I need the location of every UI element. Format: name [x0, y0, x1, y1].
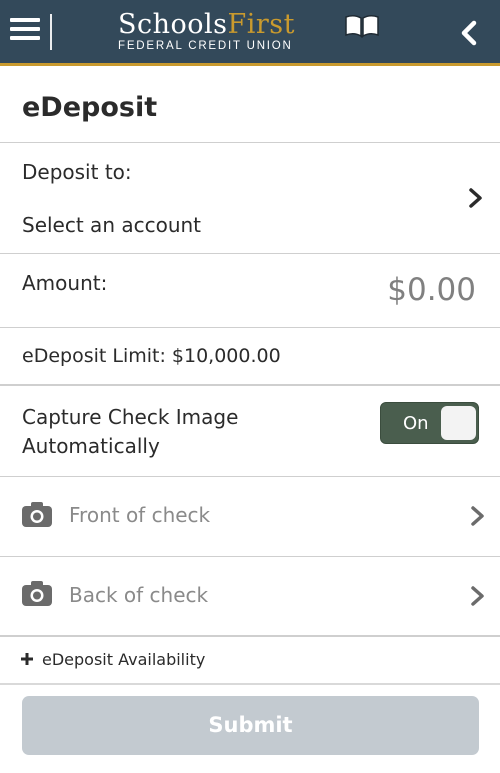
availability-label: eDeposit Availability	[42, 650, 206, 669]
chevron-left-icon[interactable]	[452, 16, 486, 50]
open-book-icon	[345, 14, 379, 38]
deposit-account-value: Select an account	[22, 213, 202, 237]
logo-word-first: First	[227, 9, 295, 40]
hamburger-icon-bar	[10, 36, 40, 40]
plus-icon	[21, 653, 33, 665]
chevron-right-icon	[471, 586, 484, 606]
amount-label: Amount:	[22, 271, 108, 295]
hamburger-menu-button[interactable]	[10, 18, 40, 48]
camera-icon	[22, 502, 52, 527]
hamburger-icon	[10, 18, 40, 22]
toggle-state-label: On	[403, 413, 429, 434]
logo-subtitle: FEDERAL CREDIT UNION	[118, 40, 293, 52]
front-of-check-label: Front of check	[69, 503, 211, 527]
amount-value[interactable]: $0.00	[387, 272, 476, 308]
page-title: eDeposit	[22, 92, 158, 123]
header-divider	[50, 14, 52, 50]
schoolsfirst-logo: SchoolsFirst FEDERAL CREDIT UNION	[118, 10, 398, 56]
chevron-right-icon	[471, 506, 484, 526]
edeposit-limit-text: eDeposit Limit: $10,000.00	[22, 345, 281, 367]
camera-icon	[22, 581, 52, 606]
capture-toggle[interactable]: On	[380, 402, 479, 444]
deposit-to-label: Deposit to:	[22, 160, 132, 184]
capture-label-line1: Capture Check Image	[22, 405, 239, 429]
capture-label-line2: Automatically	[22, 434, 160, 458]
hamburger-icon-bar	[10, 27, 40, 31]
back-of-check-label: Back of check	[69, 583, 209, 607]
chevron-right-icon	[469, 188, 482, 208]
app-header: SchoolsFirst FEDERAL CREDIT UNION	[0, 0, 500, 66]
submit-button[interactable]: Submit	[22, 696, 479, 755]
logo-word-schools: Schools	[118, 9, 228, 40]
toggle-knob	[441, 406, 476, 440]
